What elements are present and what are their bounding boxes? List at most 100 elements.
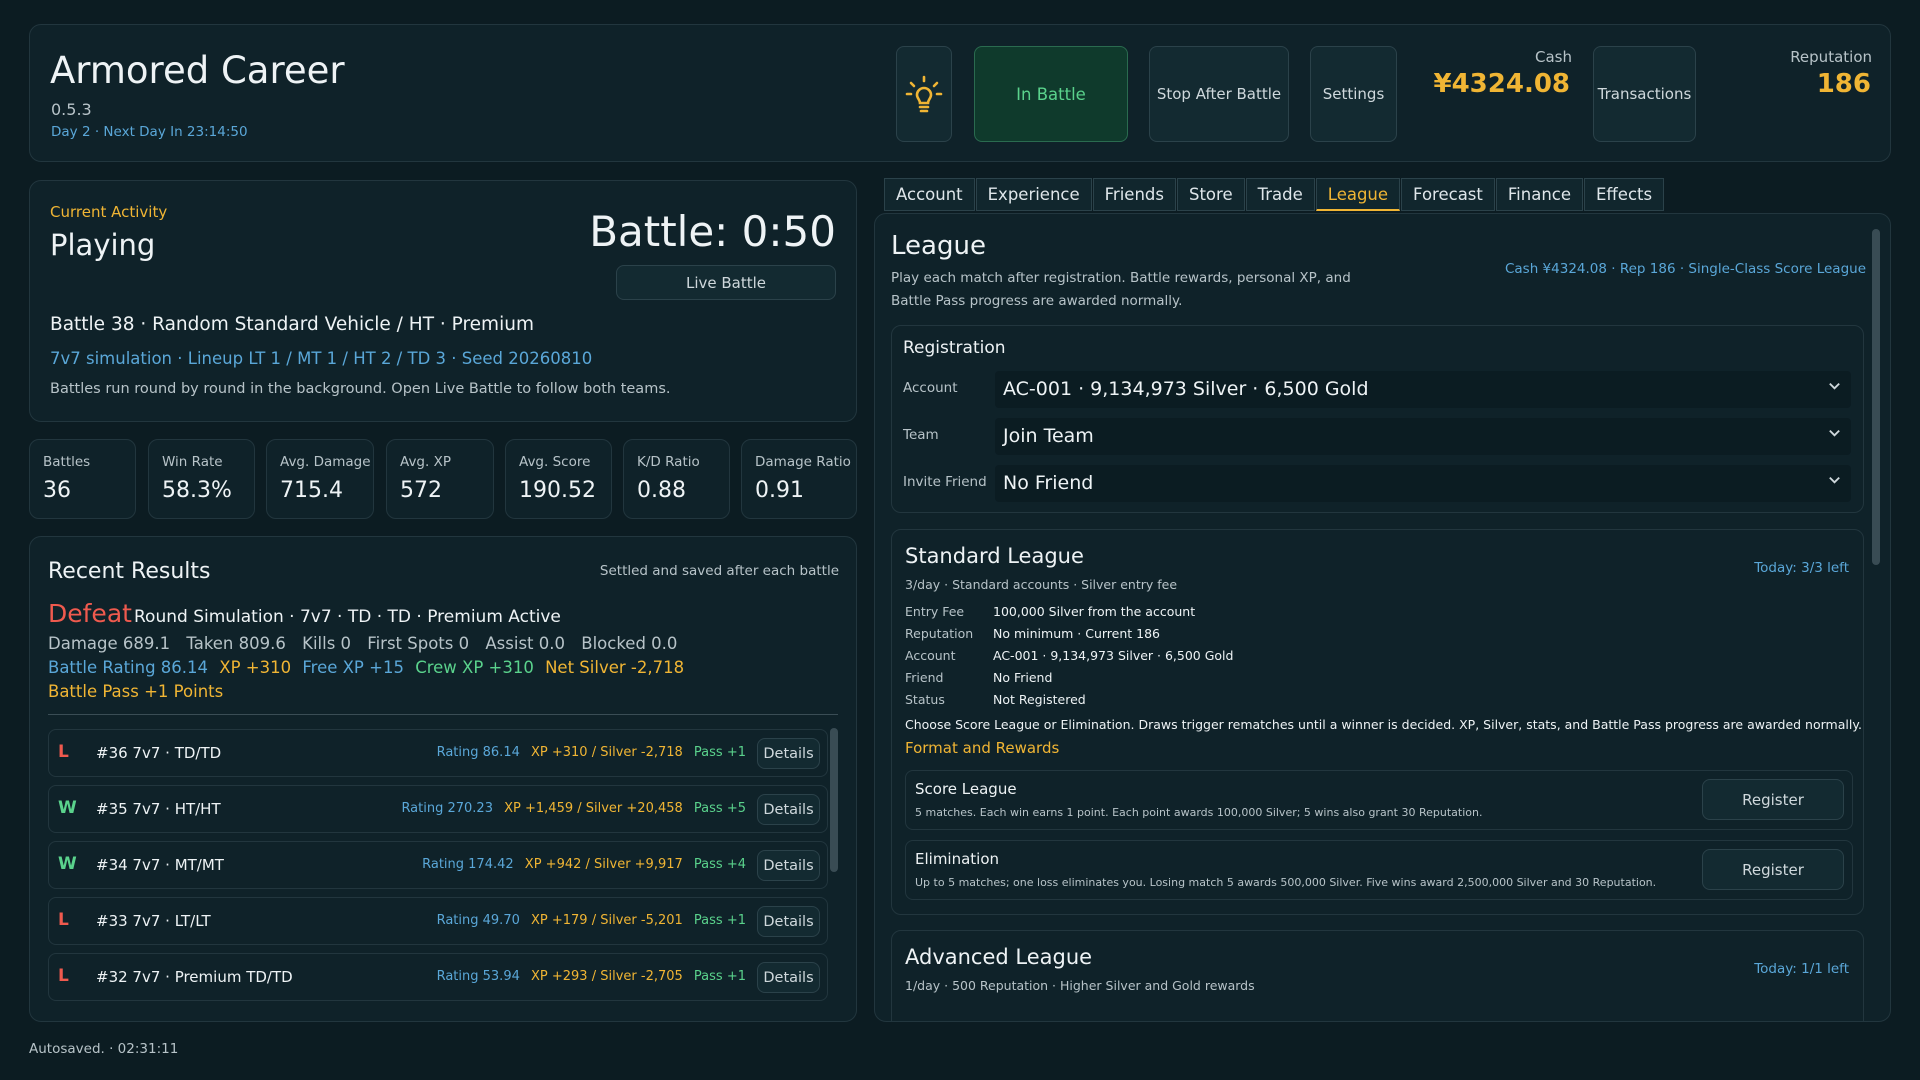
elimination-option: Elimination Up to 5 matches; one loss el…	[905, 840, 1853, 900]
transactions-button[interactable]: Transactions	[1593, 46, 1696, 142]
row-rating: Rating 270.23	[401, 801, 493, 816]
team-select-value: Join Team	[1003, 425, 1094, 447]
account-select[interactable]: AC-001 · 9,134,973 Silver · 6,500 Gold	[995, 371, 1851, 408]
tab-finance[interactable]: Finance	[1495, 178, 1583, 211]
row-summary: Rating 270.23 XP +1,459 / Silver +20,458…	[394, 801, 746, 816]
details-button[interactable]: Details	[757, 906, 820, 937]
option-description: 5 matches. Each win earns 1 point. Each …	[915, 806, 1483, 819]
standard-league-subtitle: 3/day · Standard accounts · Silver entry…	[905, 577, 1178, 592]
invite-friend-label: Invite Friend	[903, 474, 987, 490]
register-score-league-button[interactable]: Register	[1702, 779, 1844, 820]
autosave-status: Autosaved. · 02:31:11	[29, 1041, 179, 1057]
battle-rating: Battle Rating 86.14	[48, 658, 209, 677]
stat-label: Battles	[43, 454, 91, 470]
row-title: #32 7v7 · Premium TD/TD	[96, 968, 293, 986]
last-result-stats: Damage 689.1 Taken 809.6 Kills 0 First S…	[48, 634, 688, 653]
stat-kills: Kills 0	[302, 634, 352, 653]
live-battle-button[interactable]: Live Battle	[616, 265, 836, 300]
field-value: No Friend	[993, 670, 1053, 685]
tab-trade[interactable]: Trade	[1245, 178, 1315, 211]
current-activity-panel: Current Activity Playing Battle: 0:50 Li…	[29, 180, 857, 422]
row-result: L	[58, 742, 69, 762]
tab-bar: Account Experience Friends Store Trade L…	[884, 178, 1665, 211]
stat-label: Damage Ratio	[755, 454, 851, 470]
stop-after-battle-button[interactable]: Stop After Battle	[1149, 46, 1289, 142]
standard-league-title: Standard League	[905, 544, 1084, 568]
day-countdown: Day 2 · Next Day In 23:14:50	[51, 124, 248, 140]
standard-league-note: Choose Score League or Elimination. Draw…	[905, 717, 1862, 732]
stat-label: Avg. XP	[400, 454, 451, 470]
tab-experience[interactable]: Experience	[975, 178, 1092, 211]
tab-friends[interactable]: Friends	[1092, 178, 1176, 211]
invite-friend-select[interactable]: No Friend	[995, 465, 1851, 502]
stat-value: 572	[400, 478, 442, 503]
header-panel: Armored Career 0.5.3 Day 2 · Next Day In…	[29, 24, 1891, 162]
registration-section: Registration Account AC-001 · 9,134,973 …	[891, 325, 1864, 513]
details-button[interactable]: Details	[757, 850, 820, 881]
stat-label: Avg. Score	[519, 454, 591, 470]
battle-timer: Battle: 0:50	[589, 207, 836, 256]
result-row: W #35 7v7 · HT/HT Rating 270.23 XP +1,45…	[48, 785, 828, 833]
recent-results-note: Settled and saved after each battle	[599, 563, 839, 579]
field-label: Reputation	[905, 626, 974, 641]
row-xp-silver: XP +310 / Silver -2,718	[531, 745, 683, 760]
stat-taken: Taken 809.6	[186, 634, 286, 653]
league-scrollbar[interactable]	[1872, 229, 1880, 565]
stat-card-avg-score: Avg. Score 190.52	[505, 439, 612, 519]
lightbulb-icon	[905, 75, 943, 113]
chevron-down-icon	[1829, 429, 1840, 437]
row-pass: Pass +4	[693, 857, 746, 872]
stat-label: Avg. Damage	[280, 454, 371, 470]
details-button[interactable]: Details	[757, 794, 820, 825]
results-scrollbar[interactable]	[830, 728, 838, 872]
field-label: Account	[905, 648, 956, 663]
row-title: #35 7v7 · HT/HT	[96, 800, 221, 818]
account-select-value: AC-001 · 9,134,973 Silver · 6,500 Gold	[1003, 378, 1369, 400]
team-select[interactable]: Join Team	[995, 418, 1851, 455]
free-xp-gain: Free XP +15	[302, 658, 404, 677]
result-row: L #36 7v7 · TD/TD Rating 86.14 XP +310 /…	[48, 729, 828, 777]
row-rating: Rating 174.42	[422, 857, 514, 872]
field-value: Not Registered	[993, 692, 1086, 707]
tab-store[interactable]: Store	[1176, 178, 1245, 211]
advanced-league-subtitle: 1/day · 500 Reputation · Higher Silver a…	[905, 978, 1255, 993]
stat-label: Win Rate	[162, 454, 223, 470]
row-xp-silver: XP +942 / Silver +9,917	[524, 857, 683, 872]
details-button[interactable]: Details	[757, 738, 820, 769]
net-silver: Net Silver -2,718	[545, 658, 685, 677]
stat-card-kd-ratio: K/D Ratio 0.88	[623, 439, 730, 519]
settings-button[interactable]: Settings	[1310, 46, 1397, 142]
cash-label: Cash	[1535, 48, 1572, 66]
last-result-subtitle: Round Simulation · 7v7 · TD · TD · Premi…	[134, 607, 561, 627]
battle-pass-points: Battle Pass +1 Points	[48, 682, 224, 701]
lightbulb-button[interactable]	[896, 46, 952, 142]
team-label: Team	[903, 427, 939, 443]
activity-state: Playing	[50, 228, 156, 262]
stat-value: 36	[43, 478, 71, 503]
register-elimination-button[interactable]: Register	[1702, 849, 1844, 890]
app-version: 0.5.3	[51, 100, 92, 119]
recent-results-title: Recent Results	[48, 559, 211, 584]
row-summary: Rating 174.42 XP +942 / Silver +9,917 Pa…	[415, 857, 746, 872]
stat-card-win-rate: Win Rate 58.3%	[148, 439, 255, 519]
tab-account[interactable]: Account	[884, 178, 975, 211]
stat-label: K/D Ratio	[637, 454, 700, 470]
in-battle-button[interactable]: In Battle	[974, 46, 1128, 142]
stat-assist: Assist 0.0	[485, 634, 565, 653]
row-pass: Pass +5	[693, 801, 746, 816]
crew-xp-gain: Crew XP +310	[415, 658, 534, 677]
row-result: L	[58, 966, 69, 986]
tab-forecast[interactable]: Forecast	[1401, 178, 1495, 211]
league-panel: League Play each match after registratio…	[874, 213, 1891, 1022]
registration-title: Registration	[903, 338, 1006, 358]
chevron-down-icon	[1829, 382, 1840, 390]
row-summary: Rating 53.94 XP +293 / Silver -2,705 Pas…	[430, 969, 746, 984]
stat-value: 58.3%	[162, 478, 232, 503]
stat-blocked: Blocked 0.0	[581, 634, 678, 653]
row-xp-silver: XP +1,459 / Silver +20,458	[504, 801, 683, 816]
score-league-option: Score League 5 matches. Each win earns 1…	[905, 770, 1853, 830]
tab-league[interactable]: League	[1315, 178, 1401, 211]
tab-effects[interactable]: Effects	[1584, 178, 1665, 211]
details-button[interactable]: Details	[757, 962, 820, 993]
battle-info: Battle 38 · Random Standard Vehicle / HT…	[50, 314, 534, 335]
